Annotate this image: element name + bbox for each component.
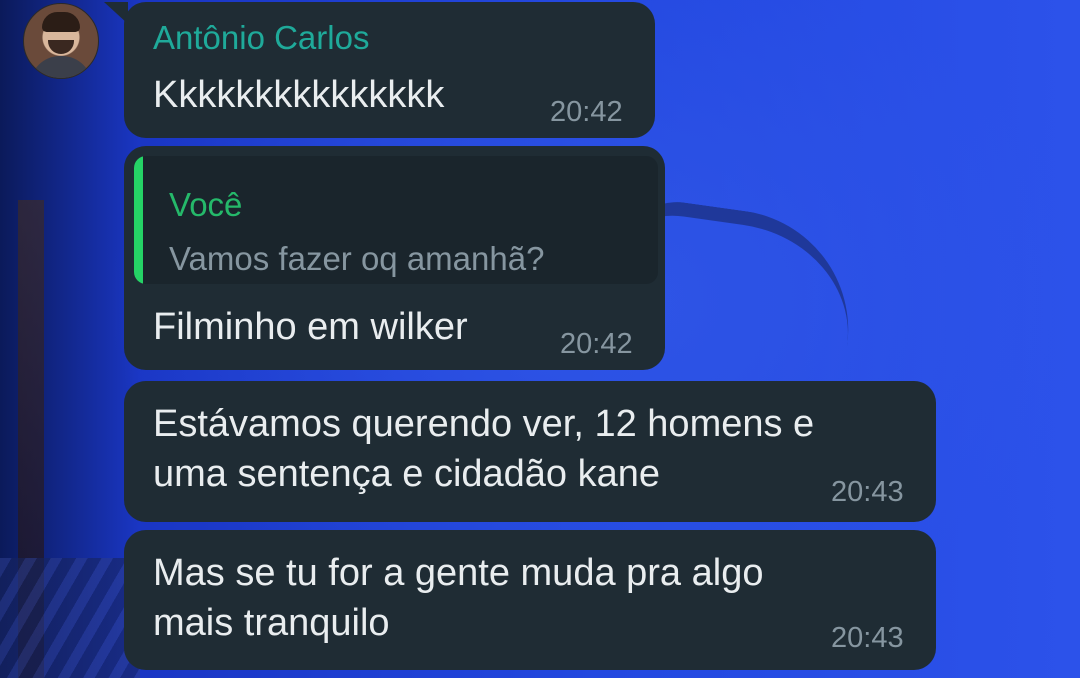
quote-text: Vamos fazer oq amanhã? bbox=[169, 240, 545, 277]
quote-author: Você bbox=[169, 186, 243, 223]
message-bubble[interactable]: Mas se tu for a gente muda pra algo mais… bbox=[124, 530, 936, 670]
message-text: Filminho em wilker bbox=[153, 306, 468, 348]
contact-avatar[interactable] bbox=[23, 3, 99, 79]
message-text: Mas se tu for a gente muda pra algo mais… bbox=[153, 552, 764, 644]
message-time: 20:43 bbox=[831, 476, 904, 508]
message-time: 20:42 bbox=[550, 96, 623, 128]
wallpaper-ground bbox=[0, 558, 140, 678]
avatar-hair bbox=[42, 12, 80, 32]
message-time: 20:42 bbox=[560, 328, 633, 360]
message-text: Estávamos querendo ver, 12 homens e uma … bbox=[153, 403, 815, 495]
message-bubble[interactable]: Você Vamos fazer oq amanhã? Filminho em … bbox=[124, 146, 665, 370]
quoted-message[interactable]: Você Vamos fazer oq amanhã? bbox=[134, 156, 658, 284]
sender-name[interactable]: Antônio Carlos bbox=[153, 19, 369, 57]
avatar-beard bbox=[48, 40, 74, 54]
message-time: 20:43 bbox=[831, 622, 904, 654]
message-text: Kkkkkkkkkkkkkkk bbox=[153, 74, 445, 116]
avatar-shirt bbox=[30, 56, 92, 78]
message-bubble[interactable]: Estávamos querendo ver, 12 homens e uma … bbox=[124, 381, 936, 522]
quote-accent-bar bbox=[134, 156, 143, 284]
message-bubble[interactable]: Antônio Carlos Kkkkkkkkkkkkkkk 20:42 bbox=[124, 2, 655, 138]
